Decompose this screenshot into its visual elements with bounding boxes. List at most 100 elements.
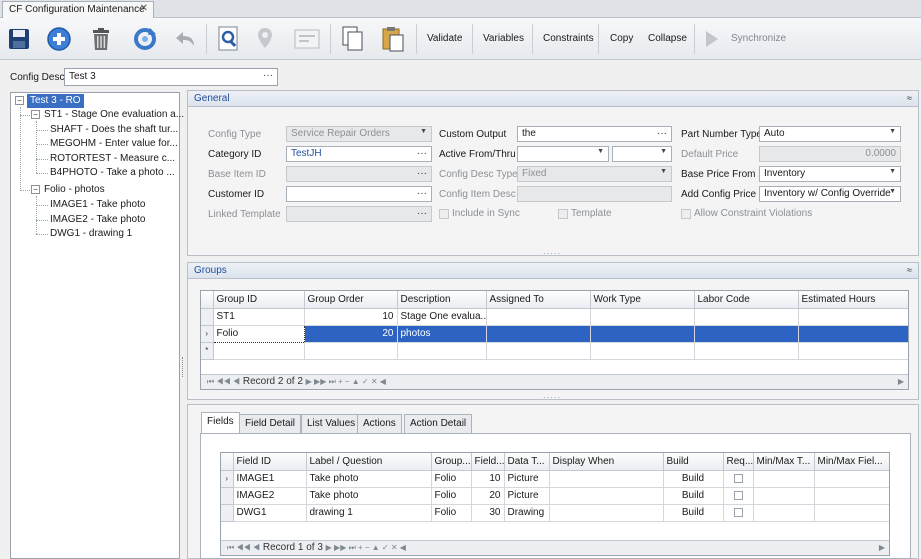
empty-cell[interactable] bbox=[304, 342, 398, 360]
empty-cell[interactable] bbox=[590, 342, 695, 360]
ellipsis-button[interactable]: ··· bbox=[417, 188, 427, 199]
config-item-desc-input[interactable] bbox=[517, 186, 672, 202]
min-max-type-cell[interactable] bbox=[753, 487, 815, 505]
table-row-selected[interactable]: › Folio 20 photos bbox=[201, 324, 908, 343]
tab-action-detail[interactable]: Action Detail bbox=[404, 414, 473, 433]
label-cell[interactable]: Take photo bbox=[306, 487, 432, 505]
empty-cell[interactable] bbox=[213, 342, 305, 360]
estimated-hours-cell[interactable] bbox=[798, 325, 908, 343]
data-type-cell[interactable]: Picture bbox=[504, 470, 550, 488]
field-id-cell[interactable]: IMAGE2 bbox=[233, 487, 307, 505]
column-header[interactable]: Estimated Hours bbox=[798, 291, 908, 309]
root-expander[interactable]: − bbox=[15, 96, 24, 105]
field-order-cell[interactable]: 30 bbox=[471, 504, 505, 522]
customer-id-input[interactable]: ··· bbox=[286, 186, 432, 202]
general-panel-header[interactable]: General ≈ bbox=[188, 91, 918, 107]
group-cell[interactable]: Folio bbox=[431, 487, 472, 505]
group-order-cell[interactable]: 20 bbox=[304, 325, 398, 343]
tab-field-detail[interactable]: Field Detail bbox=[239, 414, 302, 433]
validate-button[interactable]: Validate bbox=[427, 33, 462, 44]
base-price-from-select[interactable]: Inventory ▼ bbox=[759, 166, 901, 182]
include-in-sync-checkbox[interactable] bbox=[439, 209, 449, 219]
active-from-date[interactable]: ▼ bbox=[517, 146, 609, 162]
table-row[interactable]: ST1 10 Stage One evalua... bbox=[201, 308, 908, 326]
config-desc-type-select[interactable]: Fixed ▼ bbox=[517, 166, 672, 182]
row-indicator[interactable]: › bbox=[201, 325, 214, 343]
config-type-select[interactable]: Service Repair Orders ▼ bbox=[286, 126, 432, 142]
column-header[interactable]: Req... bbox=[723, 453, 754, 471]
display-when-cell[interactable] bbox=[549, 487, 664, 505]
display-when-cell[interactable] bbox=[549, 504, 664, 522]
tab-list-values[interactable]: List Values bbox=[301, 414, 362, 433]
required-checkbox[interactable] bbox=[733, 490, 743, 500]
base-item-id-input[interactable]: ··· bbox=[286, 166, 432, 182]
table-row[interactable]: › IMAGE1 Take photo Folio 10 Picture Bui… bbox=[221, 470, 889, 488]
refresh-icon[interactable] bbox=[130, 24, 160, 54]
field-id-cell[interactable]: DWG1 bbox=[233, 504, 307, 522]
part-number-type-select[interactable]: Auto ▼ bbox=[759, 126, 901, 142]
assigned-to-cell[interactable] bbox=[486, 325, 591, 343]
collapse-button[interactable]: Collapse bbox=[648, 33, 687, 44]
min-max-type-cell[interactable] bbox=[753, 470, 815, 488]
tab-actions[interactable]: Actions bbox=[357, 414, 402, 433]
new-row-indicator[interactable]: * bbox=[201, 342, 214, 360]
tree-node-field[interactable]: IMAGE2 - Take photo bbox=[50, 213, 145, 227]
empty-cell[interactable] bbox=[397, 342, 487, 360]
label-cell[interactable]: drawing 1 bbox=[306, 504, 432, 522]
allow-constraint-violations-checkbox[interactable] bbox=[681, 209, 691, 219]
play-icon[interactable] bbox=[700, 24, 724, 54]
groups-panel-header[interactable]: Groups ≈ bbox=[188, 263, 918, 279]
nav-first-prev-icons[interactable]: ⏮ ◀◀ ◀ bbox=[207, 377, 240, 386]
column-header[interactable]: Labor Code bbox=[694, 291, 799, 309]
data-type-cell[interactable]: Drawing bbox=[504, 504, 550, 522]
panel-resize-grip[interactable]: ····· bbox=[543, 393, 561, 402]
empty-cell[interactable] bbox=[694, 342, 799, 360]
table-row[interactable]: DWG1 drawing 1 Folio 30 Drawing Build bbox=[221, 504, 889, 522]
variables-button[interactable]: Variables bbox=[483, 33, 524, 44]
row-indicator[interactable] bbox=[201, 308, 214, 326]
panel-resize-grip[interactable]: ····· bbox=[543, 249, 561, 258]
message-icon[interactable] bbox=[292, 24, 322, 54]
delete-icon[interactable] bbox=[86, 24, 116, 54]
row-indicator[interactable] bbox=[221, 487, 234, 505]
required-checkbox[interactable] bbox=[733, 473, 743, 483]
tree-node-group-folio[interactable]: Folio - photos bbox=[44, 183, 105, 197]
field-order-cell[interactable]: 20 bbox=[471, 487, 505, 505]
empty-cell[interactable] bbox=[798, 342, 908, 360]
column-header[interactable]: Field... bbox=[471, 453, 505, 471]
group-id-cell[interactable]: Folio bbox=[212, 324, 305, 343]
add-icon[interactable] bbox=[44, 24, 74, 54]
scroll-right-icon[interactable]: ▶ bbox=[898, 375, 904, 389]
column-header[interactable]: Data T... bbox=[504, 453, 550, 471]
group-cell[interactable]: Folio bbox=[431, 470, 472, 488]
work-type-cell[interactable] bbox=[590, 308, 695, 326]
find-icon[interactable] bbox=[214, 24, 244, 54]
undo-icon[interactable] bbox=[170, 24, 200, 54]
labor-code-cell[interactable] bbox=[694, 308, 799, 326]
collapse-icon[interactable]: ≈ bbox=[907, 93, 912, 103]
build-cell[interactable]: Build bbox=[663, 470, 724, 488]
group-order-cell[interactable]: 10 bbox=[304, 308, 398, 326]
display-when-cell[interactable] bbox=[549, 470, 664, 488]
tree-node-field[interactable]: ROTORTEST - Measure c... bbox=[50, 152, 175, 166]
custom-output-input[interactable]: the ··· bbox=[517, 126, 672, 142]
required-checkbox[interactable] bbox=[733, 507, 743, 517]
column-header[interactable]: Assigned To bbox=[486, 291, 591, 309]
column-header[interactable]: Display When bbox=[549, 453, 664, 471]
description-cell[interactable]: Stage One evalua... bbox=[397, 308, 487, 326]
column-header[interactable]: Label / Question bbox=[306, 453, 432, 471]
location-icon[interactable] bbox=[250, 24, 280, 54]
tab-fields[interactable]: Fields bbox=[201, 412, 240, 433]
collapse-icon[interactable]: ≈ bbox=[907, 265, 912, 275]
tree-node-field[interactable]: B4PHOTO - Take a photo ... bbox=[50, 166, 175, 180]
column-header[interactable]: Description bbox=[397, 291, 487, 309]
estimated-hours-cell[interactable] bbox=[798, 308, 908, 326]
linked-template-input[interactable]: ··· bbox=[286, 206, 432, 222]
column-header[interactable]: Field ID bbox=[233, 453, 307, 471]
label-cell[interactable]: Take photo bbox=[306, 470, 432, 488]
scroll-right-icon[interactable]: ▶ bbox=[879, 541, 885, 555]
tree-node-root[interactable]: Test 3 - RO bbox=[27, 94, 84, 108]
required-cell[interactable] bbox=[723, 504, 754, 522]
nav-next-last-edit-icons[interactable]: ▶ ▶▶ ⏭ + − ▲ ✓ ✕ ◀ bbox=[306, 377, 386, 386]
min-max-field-cell[interactable] bbox=[814, 487, 889, 505]
